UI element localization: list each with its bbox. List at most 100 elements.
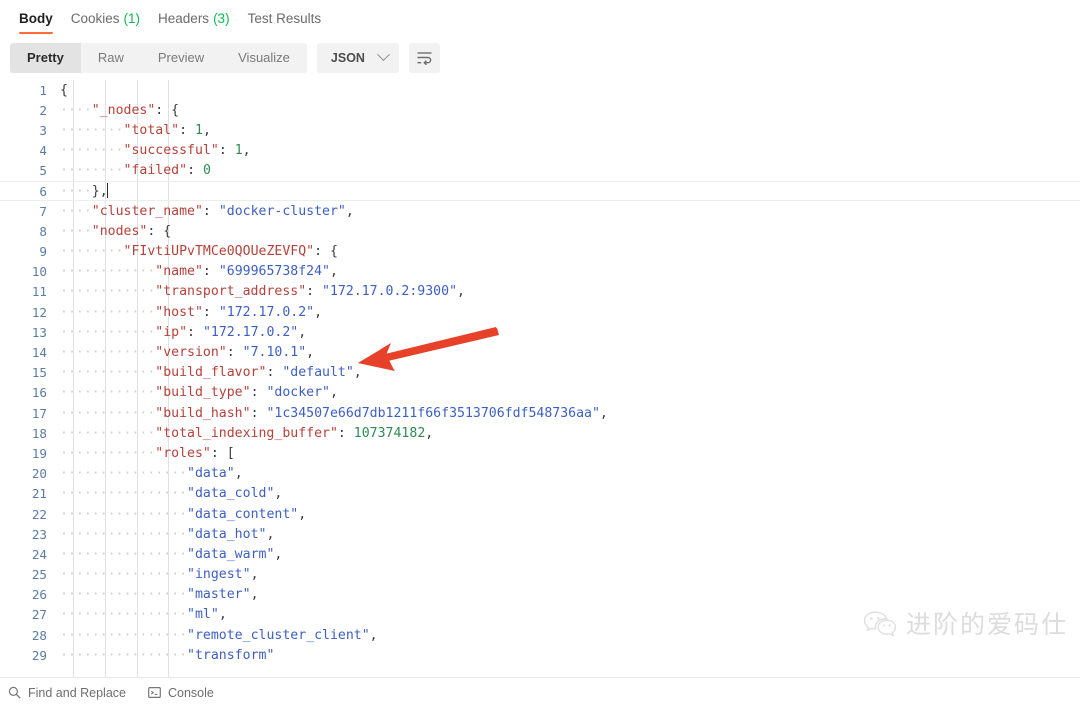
json-token-s: "data_hot" xyxy=(187,526,267,542)
code-line[interactable]: 1{ xyxy=(0,80,1080,100)
code-line[interactable]: 19 ············"roles": [ xyxy=(0,443,1080,463)
code-line[interactable]: 26 ················"master", xyxy=(0,585,1080,605)
line-number: 2 xyxy=(39,102,47,118)
json-token-p: , xyxy=(298,506,307,522)
json-token-p: : xyxy=(179,122,195,138)
line-number: 11 xyxy=(31,284,47,300)
json-token-k: "roles" xyxy=(155,445,211,461)
json-token-s: "ingest" xyxy=(187,567,251,583)
code-scroller[interactable]: 1{2 ····"_nodes": {3 ········"total": 1, 4 ·… xyxy=(0,80,1080,677)
find-and-replace-button[interactable]: Find and Replace xyxy=(8,686,126,700)
code-line-text: ····"_nodes": { xyxy=(60,103,1080,118)
code-line[interactable]: 8 ····"nodes": { xyxy=(0,221,1080,241)
json-token-p: : xyxy=(306,284,323,300)
view-mode-preview[interactable]: Preview xyxy=(141,43,221,73)
response-tab-test-results[interactable]: Test Results xyxy=(239,0,331,36)
code-line-text: ············"host": "172.17.0.2", xyxy=(60,305,1080,320)
json-token-p: : xyxy=(202,304,219,320)
wrap-text-icon xyxy=(417,52,432,65)
code-line[interactable]: 12 ············"host": "172.17.0.2", xyxy=(0,302,1080,322)
tab-label: Cookies xyxy=(70,10,120,26)
indent-whitespace: ················ xyxy=(60,587,188,603)
json-token-p: , xyxy=(329,264,338,280)
json-token-p: : xyxy=(250,385,267,401)
line-number: 10 xyxy=(31,264,47,280)
line-number: 16 xyxy=(31,385,47,401)
line-number: 29 xyxy=(31,647,47,663)
code-line[interactable]: 5 ········"failed": 0 xyxy=(0,161,1080,181)
code-line[interactable]: 18 ············"total_indexing_buffer": 1… xyxy=(0,423,1080,443)
code-line[interactable]: 16 ············"build_type": "docker", xyxy=(0,383,1080,403)
json-token-p: , xyxy=(353,365,362,381)
json-token-p: , xyxy=(218,607,227,623)
console-label: Console xyxy=(167,685,214,700)
code-line[interactable]: 2 ····"_nodes": { xyxy=(0,100,1080,120)
code-line[interactable]: 22 ················"data_content", xyxy=(0,504,1080,524)
indent-whitespace: ············ xyxy=(60,365,156,381)
code-line[interactable]: 11 ············"transport_address": "172.… xyxy=(0,282,1080,302)
code-line[interactable]: 23 ················"data_hot", xyxy=(0,524,1080,544)
indent-whitespace: ···· xyxy=(60,184,92,200)
code-line[interactable]: 29 ················"transform" xyxy=(0,645,1080,665)
code-line-text: ····}, xyxy=(60,183,1080,199)
view-mode-raw[interactable]: Raw xyxy=(81,43,141,73)
indent-whitespace: ········ xyxy=(60,163,124,179)
code-line[interactable]: 4 ········"successful": 1, xyxy=(0,141,1080,161)
code-line[interactable]: 13 ············"ip": "172.17.0.2", xyxy=(0,322,1080,342)
view-mode-pretty[interactable]: Pretty xyxy=(10,42,81,73)
json-token-p: : [ xyxy=(210,445,235,461)
text-caret xyxy=(107,183,109,199)
json-token-s: "docker-cluster" xyxy=(218,203,346,219)
json-token-p: , xyxy=(369,627,378,643)
response-tab-strip: Body Cookies (1) Headers (3) Test Results xyxy=(0,0,1080,36)
code-line[interactable]: 17 ············"build_hash": "1c34507e66d… xyxy=(0,403,1080,423)
json-token-k: "total_indexing_buffer" xyxy=(155,425,338,441)
indent-whitespace: ············ xyxy=(60,345,156,361)
code-line[interactable]: 27 ················"ml", xyxy=(0,605,1080,625)
json-token-k: "version" xyxy=(155,345,227,361)
line-number: 12 xyxy=(31,304,47,320)
indent-whitespace: ············ xyxy=(60,284,156,300)
response-tab-headers[interactable]: Headers (3) xyxy=(149,0,239,36)
code-line-text: ········"failed": 0 xyxy=(60,163,1080,178)
code-line[interactable]: 7 ····"cluster_name": "docker-cluster", xyxy=(0,201,1080,221)
active-tab-underline xyxy=(19,31,53,34)
code-line-text: ················"data_hot", xyxy=(60,527,1080,542)
body-format-dropdown[interactable]: JSON xyxy=(316,42,399,73)
code-line[interactable]: 10 ············"name": "699965738f24", xyxy=(0,262,1080,282)
indent-whitespace: ················ xyxy=(60,627,188,643)
json-token-k: "_nodes" xyxy=(91,102,156,118)
wrap-text-button[interactable] xyxy=(408,42,440,73)
line-number: 4 xyxy=(39,143,47,159)
code-line[interactable]: 20 ················"data", xyxy=(0,464,1080,484)
code-line[interactable]: 15 ············"build_flavor": "default", xyxy=(0,363,1080,383)
code-line-text: ············"name": "699965738f24", xyxy=(60,264,1080,279)
json-token-p: : { xyxy=(147,223,172,239)
code-line[interactable]: 21 ················"data_cold", xyxy=(0,484,1080,504)
code-line[interactable]: 6 ····}, xyxy=(0,180,1080,202)
console-button[interactable]: Console xyxy=(148,686,214,700)
code-line[interactable]: 9 ········"FIvtiUPvTMCe0QOUeZEVFQ": { xyxy=(0,242,1080,262)
code-line[interactable]: 3 ········"total": 1, xyxy=(0,120,1080,140)
response-tab-body[interactable]: Body xyxy=(10,0,62,36)
json-token-p: , xyxy=(329,385,338,401)
json-token-s: "699965738f24" xyxy=(218,264,330,280)
json-token-p: , xyxy=(457,284,465,300)
json-token-s: "172.17.0.2:9300" xyxy=(322,284,458,300)
code-line-text: ····"nodes": { xyxy=(60,224,1080,239)
line-number: 19 xyxy=(31,445,47,461)
json-token-n: 1 xyxy=(195,122,203,138)
json-token-k: "name" xyxy=(155,264,203,280)
line-number: 28 xyxy=(31,627,47,643)
code-line[interactable]: 14 ············"version": "7.10.1", xyxy=(0,342,1080,362)
line-number: 18 xyxy=(31,425,47,441)
view-mode-visualize[interactable]: Visualize xyxy=(221,43,307,73)
console-icon xyxy=(148,687,161,699)
code-line[interactable]: 25 ················"ingest", xyxy=(0,565,1080,585)
response-tab-cookies[interactable]: Cookies (1) xyxy=(62,0,149,36)
code-line[interactable]: 24 ················"data_warm", xyxy=(0,544,1080,564)
json-token-p: , xyxy=(345,203,354,219)
postman-response-pane: Body Cookies (1) Headers (3) Test Results Pre… xyxy=(0,0,1080,707)
code-line[interactable]: 28 ················"remote_cluster_client… xyxy=(0,625,1080,645)
json-response-editor[interactable]: 1{2 ····"_nodes": {3 ········"total": 1, 4 ·… xyxy=(0,79,1080,677)
